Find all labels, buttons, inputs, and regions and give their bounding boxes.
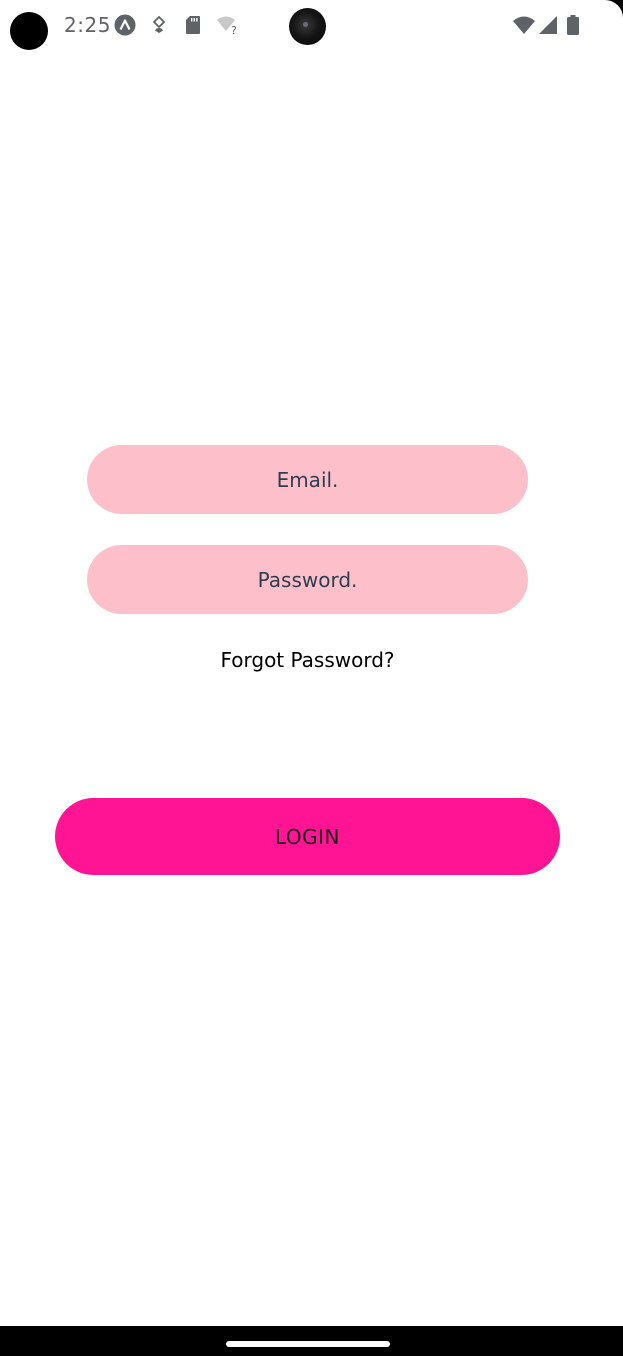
password-field[interactable] bbox=[87, 545, 528, 614]
home-indicator[interactable] bbox=[226, 1341, 390, 1347]
forgot-password-link[interactable]: Forgot Password? bbox=[0, 648, 615, 672]
shield-heart-icon bbox=[152, 14, 166, 36]
login-button[interactable]: LOGIN bbox=[55, 798, 560, 875]
wifi-icon bbox=[512, 14, 536, 36]
navigation-bar bbox=[0, 1326, 623, 1356]
signal-icon bbox=[538, 14, 558, 36]
front-camera bbox=[289, 8, 326, 45]
app-a-icon bbox=[114, 14, 136, 36]
svg-text:?: ? bbox=[231, 24, 237, 35]
email-field[interactable] bbox=[87, 445, 528, 514]
status-bar: 2:25 ? bbox=[0, 0, 623, 52]
sd-card-icon bbox=[185, 14, 201, 36]
battery-icon bbox=[567, 14, 579, 36]
status-time: 2:25 bbox=[64, 13, 111, 37]
status-dot bbox=[10, 12, 48, 50]
wifi-question-icon: ? bbox=[216, 14, 240, 36]
login-screen: 2:25 ? Email. Forgot Password? LOGIN bbox=[0, 0, 623, 1326]
